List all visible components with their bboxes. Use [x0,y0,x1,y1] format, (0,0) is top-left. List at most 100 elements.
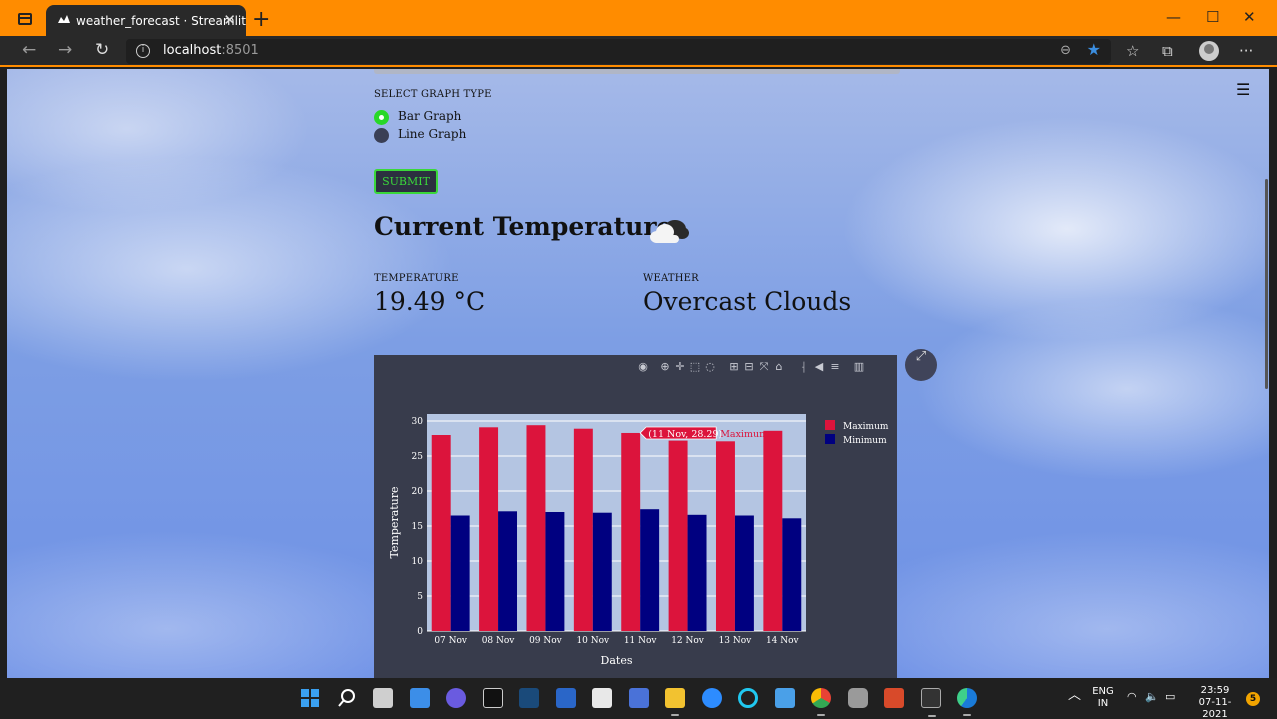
streamlit-favicon-icon [58,15,70,23]
database-icon[interactable] [848,688,868,708]
bar-minimum [450,515,470,631]
graph-type-label: SELECT GRAPH TYPE [374,89,492,100]
bar-maximum [526,425,546,631]
y-tick-label: 10 [412,557,424,567]
notification-badge[interactable]: 5 [1246,692,1260,706]
forward-icon[interactable]: → [58,40,72,60]
word-icon[interactable] [629,688,649,708]
x-tick-label: 10 Nov [576,636,610,646]
teams-chat-icon[interactable] [446,688,466,708]
wifi-icon[interactable]: ◠ [1127,691,1137,703]
fullscreen-expand-icon[interactable]: ⤢ [905,349,937,381]
weather-value: Overcast Clouds [643,287,852,316]
tab-close-icon[interactable]: ✕ [223,11,236,29]
bar-minimum [592,512,612,631]
temperature-label: TEMPERATURE [374,273,459,284]
close-window-button[interactable]: ✕ [1243,8,1256,26]
tab-weather-forecast[interactable]: weather_forecast · Streamlit ✕ [46,5,246,36]
browser-titlebar: weather_forecast · Streamlit ✕ + — ☐ ✕ [0,0,1277,36]
tab-actions-icon[interactable] [18,13,32,25]
favorite-star-icon[interactable]: ★ [1087,40,1101,59]
tab-title: weather_forecast · Streamlit [76,14,246,28]
clock-date: 07-11-2021 [1198,697,1232,719]
page-scrollbar[interactable] [1265,179,1268,389]
previous-widget-edge [374,69,900,74]
y-tick-label: 0 [417,627,423,637]
streamlit-page: ☰ SELECT GRAPH TYPE Bar Graph Line Graph… [7,69,1269,678]
radio-label: Bar Graph [398,109,462,123]
task-view-icon[interactable] [373,688,393,708]
y-tick-label: 30 [412,417,424,427]
notes-icon[interactable] [775,688,795,708]
bar-minimum [687,514,707,631]
y-tick-label: 25 [412,452,424,462]
x-tick-label: 13 Nov [719,636,753,646]
more-menu-icon[interactable]: ··· [1239,42,1253,60]
legend-label: Maximum [843,422,889,432]
mysql-workbench-icon[interactable] [519,688,539,708]
dev-cpp-icon[interactable] [556,688,576,708]
chrome-icon[interactable] [811,688,831,716]
tray-chevron-icon[interactable]: ︿ [1068,689,1081,702]
zoom-app-icon[interactable] [702,688,722,708]
bar-maximum [431,435,451,631]
bar-minimum [545,512,565,631]
bar-maximum [763,430,783,631]
x-tick-label: 09 Nov [529,636,563,646]
terminal-icon[interactable] [483,688,503,708]
bar-maximum [573,428,593,631]
maximize-button[interactable]: ☐ [1206,8,1219,26]
bar-maximum [668,440,688,631]
lang-primary: ENG [1092,686,1114,697]
browser-toolbar: ← → ↻ i localhost:8501 ⊖ ★ ☆ ⧉ ··· [0,36,1277,67]
edge-icon[interactable] [957,688,977,716]
legend-swatch [825,434,835,444]
zoom-icon[interactable]: ⊖ [1060,43,1071,58]
x-tick-label: 14 Nov [766,636,800,646]
powerpoint-icon[interactable] [884,688,904,708]
submit-button[interactable]: SUBMIT [374,169,438,194]
address-bar[interactable]: i localhost:8501 ⊖ ★ [126,39,1111,64]
bar-maximum [715,441,735,631]
y-tick-label: 15 [412,522,424,532]
alexa-icon[interactable] [738,688,758,708]
hover-series-name: Maximum [720,429,768,440]
clock-time: 23:59 [1200,685,1230,696]
language-indicator[interactable]: ENG IN [1092,686,1114,710]
widgets-icon[interactable] [410,688,430,708]
bar-maximum [621,432,641,631]
bar-maximum [479,427,499,631]
bar-minimum [782,518,802,631]
battery-icon[interactable]: ▭ [1165,691,1175,703]
command-prompt-icon[interactable] [921,688,941,717]
new-tab-button[interactable]: + [252,7,270,32]
reload-icon[interactable]: ↻ [95,40,109,60]
y-axis-title: Temperature [388,486,401,558]
notepad-icon[interactable] [592,688,612,708]
weather-label: WEATHER [643,273,699,284]
x-tick-label: 12 Nov [671,636,705,646]
start-icon[interactable] [300,688,320,708]
profile-avatar[interactable] [1199,41,1219,61]
search-icon[interactable] [337,688,357,708]
volume-icon[interactable]: 🔈 [1145,691,1159,703]
minimize-button[interactable]: — [1166,8,1181,26]
y-tick-label: 5 [417,592,423,602]
chart-plot-svg: 0 5 10 15 20 25 30 07 Nov 08 Nov 09 Nov 10 Nov 11 N… [388,414,889,667]
back-icon[interactable]: ← [22,40,36,60]
site-info-icon[interactable]: i [136,44,150,58]
hamburger-menu-icon[interactable]: ☰ [1236,80,1250,99]
bar-minimum [734,515,754,631]
overcast-cloud-icon [650,220,689,243]
clock[interactable]: 23:59 07-11-2021 [1190,685,1240,719]
collections-icon[interactable]: ⧉ [1162,42,1173,60]
windows-taskbar: ︿ ENG IN ◠ 🔈 ▭ 23:59 07-11-2021 5 [0,678,1277,719]
legend-swatch [825,420,835,430]
radio-unselected-icon[interactable] [374,128,389,143]
favorites-icon[interactable]: ☆ [1126,42,1139,60]
legend-label: Minimum [843,436,887,446]
temperature-bar-chart: ◉ ⊕ ✛ ⬚ ◌ ⊞ ⊟ ⤧ ⌂ ⸡ ◀ ≡ ▥ 0 5 10 15 20 25 30 07… [374,355,897,678]
x-tick-label: 08 Nov [482,636,516,646]
file-explorer-icon[interactable] [665,688,685,716]
radio-selected-icon[interactable] [374,110,389,125]
